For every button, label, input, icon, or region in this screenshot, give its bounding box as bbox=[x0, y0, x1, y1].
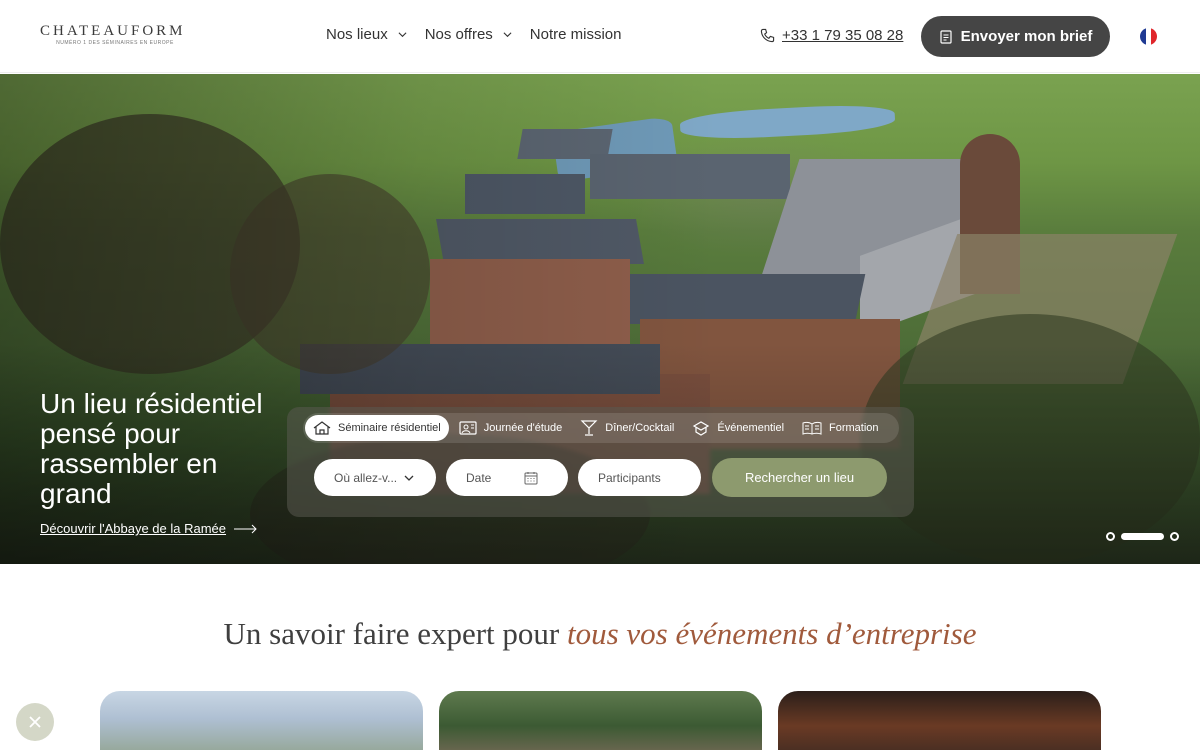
offer-card-image[interactable] bbox=[100, 691, 423, 750]
nav-item-nos-lieux[interactable]: Nos lieux bbox=[326, 26, 407, 43]
hero-title: Un lieu résidentiel pensé pour rassemble… bbox=[40, 388, 263, 509]
participants-placeholder: Participants bbox=[598, 470, 661, 485]
hero-banner: Un lieu résidentiel pensé pour rassemble… bbox=[0, 74, 1200, 564]
carousel-dot[interactable] bbox=[1106, 532, 1115, 541]
arrow-right-icon bbox=[234, 524, 257, 533]
tab-label: Séminaire résidentiel bbox=[338, 422, 441, 434]
nav-item-label: Nos lieux bbox=[326, 26, 388, 43]
tab-diner-cocktail[interactable]: Dîner/Cocktail bbox=[572, 415, 682, 441]
carousel-dot-active[interactable] bbox=[1121, 533, 1164, 540]
tab-label: Événementiel bbox=[717, 422, 785, 434]
logo-wordmark: CHATEAUFORM bbox=[40, 23, 186, 39]
destination-placeholder: Où allez-v... bbox=[334, 470, 398, 485]
nav-item-label: Nos offres bbox=[424, 26, 493, 43]
house-icon bbox=[313, 421, 331, 435]
hero-carousel-pagination bbox=[1106, 532, 1179, 541]
cocktail-icon bbox=[580, 420, 598, 436]
offer-card-image[interactable] bbox=[439, 691, 762, 750]
tab-formation[interactable]: Formation bbox=[794, 415, 887, 441]
search-venue-button[interactable]: Rechercher un lieu bbox=[712, 458, 887, 497]
tab-evenementiel[interactable]: Événementiel bbox=[684, 415, 792, 441]
offer-card-image[interactable] bbox=[778, 691, 1101, 750]
event-icon bbox=[693, 421, 710, 436]
chevron-down-icon bbox=[503, 32, 512, 38]
tab-label: Dîner/Cocktail bbox=[605, 422, 675, 434]
chevron-down-icon bbox=[398, 32, 407, 38]
search-panel: Séminaire résidentiel Journée d'étude Dî… bbox=[287, 407, 914, 517]
tab-journee-etude[interactable]: Journée d'étude bbox=[451, 415, 571, 441]
send-brief-label: Envoyer mon brief bbox=[960, 28, 1093, 45]
nav-item-nos-offres[interactable]: Nos offres bbox=[425, 26, 512, 43]
close-button[interactable] bbox=[16, 703, 54, 741]
close-icon bbox=[29, 716, 41, 728]
logo[interactable]: CHATEAUFORM NUMÉRO 1 DES SÉMINAIRES EN E… bbox=[40, 23, 190, 47]
calendar-icon bbox=[524, 471, 538, 484]
tab-label: Formation bbox=[829, 422, 879, 434]
send-brief-button[interactable]: Envoyer mon brief bbox=[921, 16, 1110, 57]
document-icon bbox=[940, 29, 952, 44]
main-nav: Nos lieux Nos offres Notre mission bbox=[326, 26, 640, 43]
phone-link[interactable]: +33 1 79 35 08 28 bbox=[760, 27, 903, 44]
event-type-tabs: Séminaire résidentiel Journée d'étude Dî… bbox=[303, 413, 899, 443]
nav-item-label: Notre mission bbox=[529, 26, 622, 43]
hero-discover-link[interactable]: Découvrir l'Abbaye de la Ramée bbox=[40, 521, 258, 536]
language-flag-icon[interactable] bbox=[1140, 28, 1157, 45]
presentation-icon bbox=[459, 421, 477, 435]
date-placeholder: Date bbox=[466, 470, 492, 485]
nav-item-notre-mission[interactable]: Notre mission bbox=[530, 26, 622, 43]
book-icon bbox=[802, 421, 822, 435]
carousel-dot[interactable] bbox=[1170, 532, 1179, 541]
section-title-plain: Un savoir faire expert pour bbox=[223, 616, 567, 651]
section-title-italic: tous vos événements d’entreprise bbox=[566, 616, 977, 651]
site-header: CHATEAUFORM NUMÉRO 1 DES SÉMINAIRES EN E… bbox=[0, 0, 1200, 73]
chevron-down-icon bbox=[404, 475, 414, 481]
logo-tagline: NUMÉRO 1 DES SÉMINAIRES EN EUROPE bbox=[56, 40, 174, 46]
phone-icon bbox=[760, 28, 775, 43]
participants-field[interactable]: Participants bbox=[578, 459, 701, 496]
destination-select[interactable]: Où allez-v... bbox=[314, 459, 436, 496]
hero-link-label: Découvrir l'Abbaye de la Ramée bbox=[40, 521, 227, 536]
tab-label: Journée d'étude bbox=[483, 422, 563, 434]
phone-number: +33 1 79 35 08 28 bbox=[782, 27, 904, 44]
date-field[interactable]: Date bbox=[446, 459, 568, 496]
tab-seminaire-residentiel[interactable]: Séminaire résidentiel bbox=[305, 415, 449, 441]
section-title: Un savoir faire expert pour tous vos évé… bbox=[0, 616, 1200, 652]
